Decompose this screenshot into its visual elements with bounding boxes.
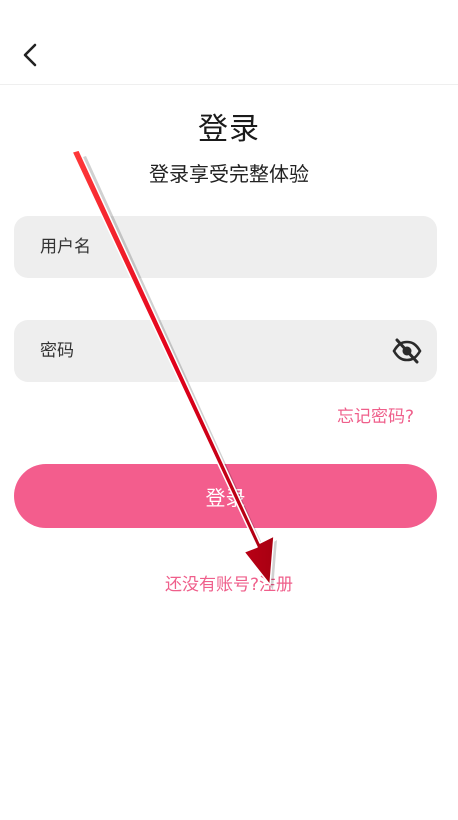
register-link[interactable]: 注册 — [259, 575, 293, 595]
page-subtitle: 登录享受完整体验 — [149, 162, 309, 186]
username-field[interactable] — [14, 216, 437, 278]
top-bar — [0, 0, 458, 85]
password-visibility-toggle[interactable] — [391, 336, 423, 366]
chevron-left-icon — [23, 43, 37, 67]
no-account-text: 还没有账号? — [164, 575, 260, 595]
register-prompt: 还没有账号?注册 — [0, 570, 458, 595]
password-input[interactable] — [40, 320, 380, 382]
login-button-label: 登录 — [205, 485, 246, 510]
password-field[interactable] — [14, 320, 437, 382]
username-input[interactable] — [40, 216, 380, 278]
back-button[interactable] — [14, 38, 48, 72]
forgot-password-link[interactable]: 忘记密码? — [337, 402, 414, 427]
eye-off-icon — [392, 338, 422, 364]
login-button[interactable]: 登录 — [14, 464, 437, 528]
login-page: 登录 登录享受完整体验 忘记密码? 登录 还没有账号?注册 — [0, 0, 458, 820]
page-title: 登录 — [198, 112, 260, 147]
